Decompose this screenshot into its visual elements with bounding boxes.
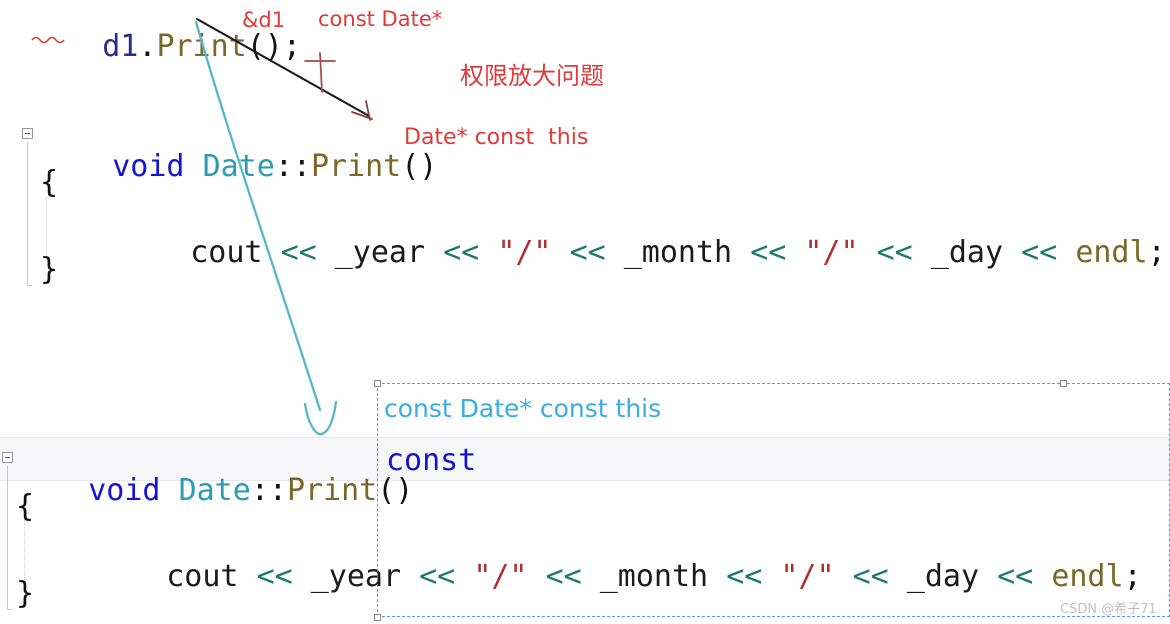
top-brace-close: } bbox=[40, 252, 59, 287]
call-parens-token: () bbox=[246, 29, 283, 64]
region-guide-top bbox=[27, 142, 32, 286]
selection-handle-top-middle[interactable] bbox=[1060, 380, 1067, 387]
top-op-4: << bbox=[750, 235, 787, 270]
region-guide-bottom bbox=[7, 466, 12, 610]
annotation-chinese-note: 权限放大问题 bbox=[460, 62, 604, 90]
bottom-brace-close: } bbox=[16, 576, 35, 611]
top-return-type-token: void bbox=[112, 149, 185, 184]
call-method-token: Print bbox=[156, 29, 247, 64]
top-slash-2: "/" bbox=[804, 235, 859, 270]
bottom-cout-token: cout bbox=[166, 559, 239, 594]
call-semicolon-token: ; bbox=[282, 29, 301, 64]
annotation-this-type-nonconst: Date* const this bbox=[404, 125, 589, 150]
top-op-1: << bbox=[280, 235, 317, 270]
red-caret-mark-icon bbox=[304, 52, 336, 93]
top-op-6: << bbox=[1021, 235, 1058, 270]
bottom-method-token: Print bbox=[286, 473, 378, 508]
collapse-toggle-bottom[interactable] bbox=[2, 452, 13, 463]
bottom-scope-token: :: bbox=[250, 473, 287, 508]
top-cout-token: cout bbox=[190, 235, 263, 270]
top-op-5: << bbox=[876, 235, 913, 270]
top-parens-token: () bbox=[401, 149, 438, 184]
screenshot-canvas: d1.Print(); &d1 const Date* 权限放大问题 void … bbox=[0, 0, 1170, 624]
bottom-class-token: Date bbox=[178, 473, 251, 508]
top-scope-token: :: bbox=[274, 149, 311, 184]
top-slash-1: "/" bbox=[497, 235, 552, 270]
csdn-watermark: CSDN @希子71 bbox=[1060, 602, 1157, 617]
top-cout-line: cout << _year << "/" << _month << "/" <<… bbox=[118, 208, 1166, 298]
annotation-call-argument-type: const Date* bbox=[318, 7, 443, 31]
top-op-3: << bbox=[569, 235, 606, 270]
top-op-2: << bbox=[443, 235, 480, 270]
top-method-token: Print bbox=[310, 149, 402, 184]
selection-handle-top-left[interactable] bbox=[374, 380, 381, 387]
selection-handle-bottom-left[interactable] bbox=[374, 614, 381, 621]
bottom-return-type-token: void bbox=[88, 473, 161, 508]
bottom-op-1: << bbox=[256, 559, 293, 594]
bottom-brace-open: { bbox=[16, 489, 35, 524]
top-brace-open: { bbox=[40, 165, 59, 200]
top-year-token: _year bbox=[334, 235, 426, 270]
top-signature-line: void Date::Print() bbox=[40, 122, 437, 212]
top-semicolon: ; bbox=[1147, 235, 1166, 270]
top-month-token: _month bbox=[623, 235, 733, 270]
call-object-token: d1 bbox=[102, 29, 139, 64]
top-class-token: Date bbox=[202, 149, 275, 184]
top-endl-token: endl bbox=[1075, 235, 1148, 270]
collapse-toggle-top[interactable] bbox=[22, 128, 33, 139]
annotation-call-argument: &d1 bbox=[242, 8, 286, 32]
top-day-token: _day bbox=[930, 235, 1004, 270]
annotation-this-type-const: const Date* const this bbox=[384, 394, 662, 423]
call-dot-token: . bbox=[138, 29, 157, 64]
bottom-signature-line: void Date::Print() bbox=[16, 446, 413, 536]
